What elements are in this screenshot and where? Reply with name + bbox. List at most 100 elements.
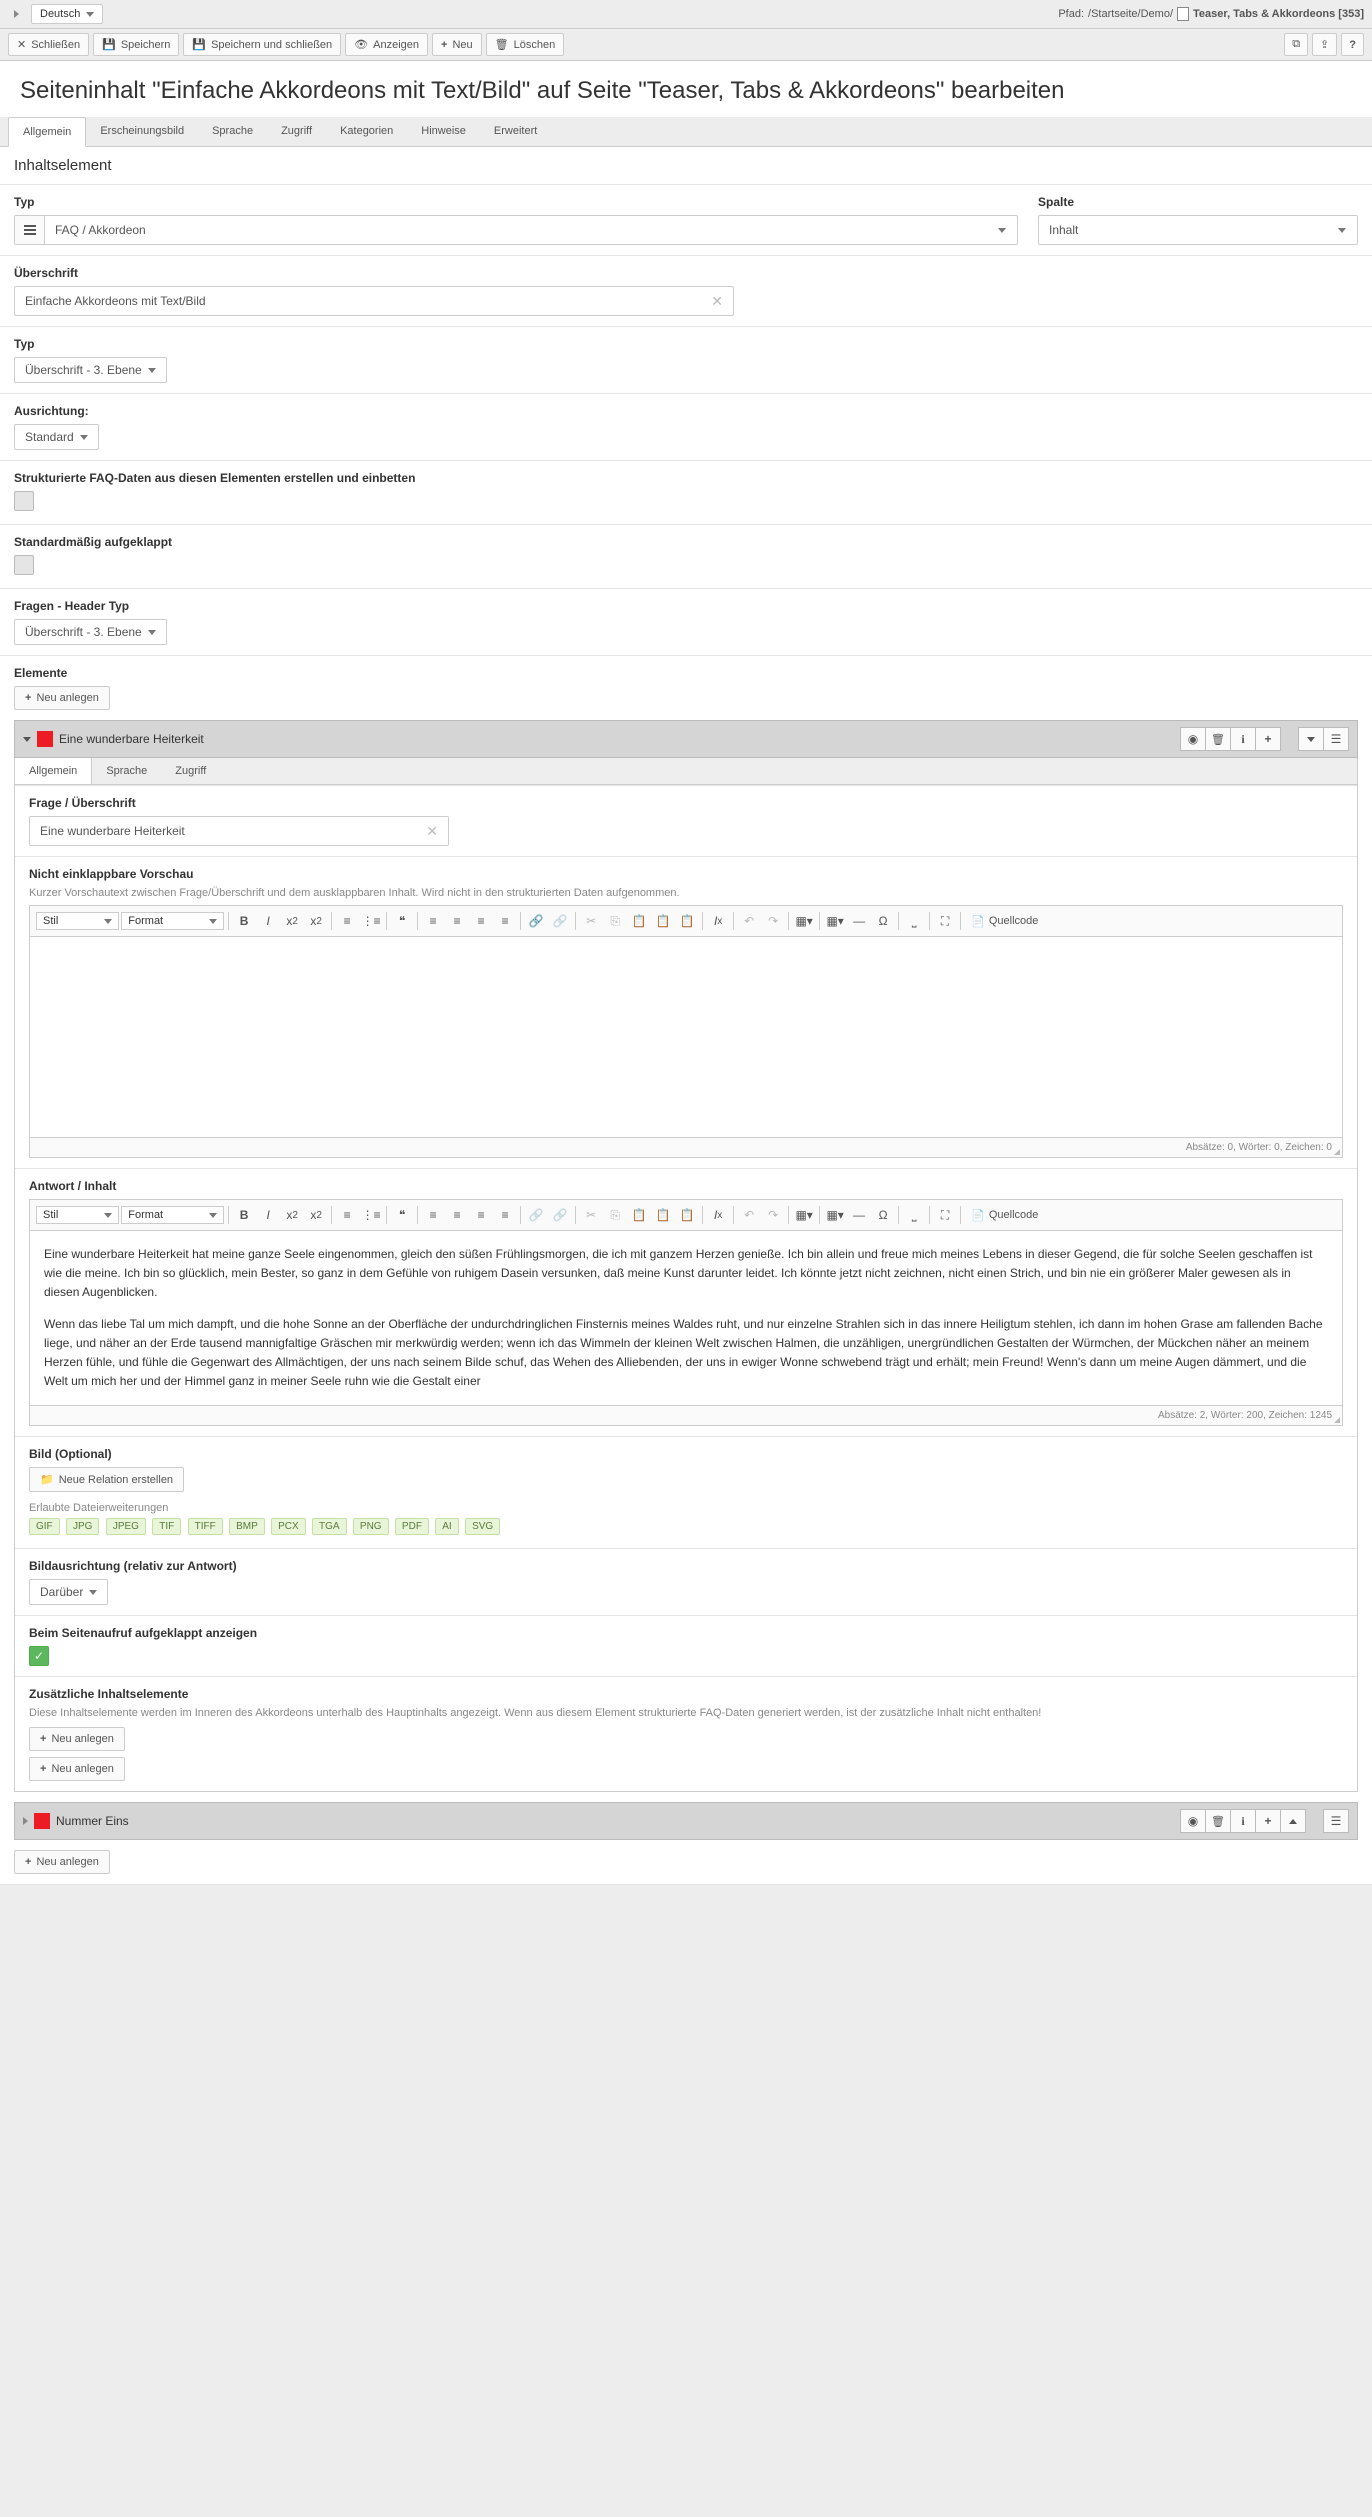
drag-handle[interactable]	[1323, 1809, 1349, 1833]
rte-ordered-list[interactable]: ≡	[336, 910, 358, 932]
tab-sprache[interactable]: Sprache	[198, 117, 267, 146]
info-button[interactable]	[1230, 1809, 1256, 1833]
rte-align-left[interactable]: ≡	[422, 1204, 444, 1226]
rte-source-button[interactable]: 📄Quellcode	[965, 1207, 1044, 1224]
rte-insert-block[interactable]: ▦▾	[793, 1204, 815, 1226]
delete-record-button[interactable]	[1205, 1809, 1231, 1833]
rte-format-select[interactable]: Format	[121, 1206, 224, 1224]
rte-cut[interactable]: ✂	[580, 1204, 602, 1226]
toggle-visibility-button[interactable]	[1180, 1809, 1206, 1833]
rte-superscript[interactable]: x2	[305, 910, 327, 932]
new-element-button[interactable]: Neu anlegen	[14, 686, 110, 710]
add-record-button[interactable]	[1255, 1809, 1281, 1833]
rte-paste-word[interactable]: 📋	[676, 910, 698, 932]
rte-subscript[interactable]: x2	[281, 910, 303, 932]
rte-align-left[interactable]: ≡	[422, 910, 444, 932]
faq-struct-checkbox[interactable]	[14, 491, 34, 511]
rte-undo[interactable]: ↶	[738, 910, 760, 932]
record-header[interactable]: Nummer Eins	[14, 1802, 1358, 1840]
rte-source-button[interactable]: 📄Quellcode	[965, 913, 1044, 930]
new-additional-button[interactable]: Neu anlegen	[29, 1727, 125, 1751]
tab-zugriff[interactable]: Zugriff	[267, 117, 326, 146]
rte-undo[interactable]: ↶	[738, 1204, 760, 1226]
image-align-select[interactable]: Darüber	[29, 1579, 108, 1605]
rte-redo[interactable]: ↷	[762, 1204, 784, 1226]
rte-paste-word[interactable]: 📋	[676, 1204, 698, 1226]
heading-input[interactable]	[25, 294, 711, 308]
tab-erweitert[interactable]: Erweitert	[480, 117, 551, 146]
new-additional-button[interactable]: Neu anlegen	[29, 1757, 125, 1781]
rte-remove-format[interactable]: Ix	[707, 1204, 729, 1226]
new-element-button[interactable]: Neu anlegen	[14, 1850, 110, 1874]
save-button[interactable]: Speichern	[93, 33, 179, 56]
rte-copy[interactable]: ⎘	[604, 1204, 626, 1226]
share-button[interactable]	[1312, 33, 1337, 56]
rte-remove-format[interactable]: Ix	[707, 910, 729, 932]
new-relation-button[interactable]: Neue Relation erstellen	[29, 1467, 184, 1492]
rte-subscript[interactable]: x2	[281, 1204, 303, 1226]
open-on-load-checkbox[interactable]	[29, 1646, 49, 1666]
rte-format-select[interactable]: Format	[121, 912, 224, 930]
rte-blockquote[interactable]: ❝	[391, 1204, 413, 1226]
rte-unlink[interactable]: 🔗	[549, 1204, 571, 1226]
rte-superscript[interactable]: x2	[305, 1204, 327, 1226]
answer-rte-content[interactable]: Eine wunderbare Heiterkeit hat meine gan…	[30, 1231, 1342, 1405]
save-close-button[interactable]: Speichern und schließen	[183, 33, 341, 56]
rte-maximize[interactable]: ⛶	[934, 910, 956, 932]
rte-paste-text[interactable]: 📋	[652, 910, 674, 932]
rte-unlink[interactable]: 🔗	[549, 910, 571, 932]
rte-table[interactable]: ▦▾	[824, 1204, 846, 1226]
drag-handle[interactable]	[1323, 727, 1349, 751]
clear-icon[interactable]	[711, 293, 723, 310]
rte-softhyphen[interactable]: ⎵	[903, 910, 925, 932]
rte-table[interactable]: ▦▾	[824, 910, 846, 932]
rte-align-center[interactable]: ≡	[446, 1204, 468, 1226]
tab-allgemein[interactable]: Allgemein	[8, 117, 86, 147]
type-select[interactable]: FAQ / Akkordeon	[14, 215, 1018, 245]
rte-ordered-list[interactable]: ≡	[336, 1204, 358, 1226]
rte-unordered-list[interactable]: ⋮≡	[360, 910, 382, 932]
rte-specialchar[interactable]: Ω	[872, 910, 894, 932]
tab-kategorien[interactable]: Kategorien	[326, 117, 407, 146]
tab-erscheinungsbild[interactable]: Erscheinungsbild	[86, 117, 198, 146]
help-button[interactable]	[1341, 33, 1364, 56]
questions-header-type-select[interactable]: Überschrift - 3. Ebene	[14, 619, 167, 645]
rte-hr[interactable]: —	[848, 910, 870, 932]
rte-specialchar[interactable]: Ω	[872, 1204, 894, 1226]
new-button[interactable]: Neu	[432, 33, 482, 56]
rte-link[interactable]: 🔗	[525, 910, 547, 932]
rte-align-justify[interactable]: ≡	[494, 910, 516, 932]
rte-align-center[interactable]: ≡	[446, 910, 468, 932]
rte-bold[interactable]: B	[233, 1204, 255, 1226]
language-select[interactable]: Deutsch	[31, 4, 103, 24]
rte-style-select[interactable]: Stil	[36, 912, 119, 930]
rte-unordered-list[interactable]: ⋮≡	[360, 1204, 382, 1226]
rte-italic[interactable]: I	[257, 910, 279, 932]
sub-tab-zugriff[interactable]: Zugriff	[161, 758, 220, 784]
info-button[interactable]	[1230, 727, 1256, 751]
rte-style-select[interactable]: Stil	[36, 1206, 119, 1224]
clear-icon[interactable]	[426, 823, 438, 840]
rte-paste-text[interactable]: 📋	[652, 1204, 674, 1226]
sub-tab-allgemein[interactable]: Allgemein	[15, 758, 92, 784]
rte-bold[interactable]: B	[233, 910, 255, 932]
collapse-handle[interactable]	[8, 7, 25, 21]
column-select[interactable]: Inhalt	[1038, 215, 1358, 245]
add-record-button[interactable]	[1255, 727, 1281, 751]
align-select[interactable]: Standard	[14, 424, 99, 450]
rte-maximize[interactable]: ⛶	[934, 1204, 956, 1226]
rte-hr[interactable]: —	[848, 1204, 870, 1226]
delete-record-button[interactable]	[1205, 727, 1231, 751]
move-up-button[interactable]	[1280, 1809, 1306, 1833]
rte-paste[interactable]: 📋	[628, 1204, 650, 1226]
rte-redo[interactable]: ↷	[762, 910, 784, 932]
rte-softhyphen[interactable]: ⎵	[903, 1204, 925, 1226]
rte-link[interactable]: 🔗	[525, 1204, 547, 1226]
preview-rte-content[interactable]	[30, 937, 1342, 1137]
default-open-checkbox[interactable]	[14, 555, 34, 575]
question-input[interactable]	[40, 824, 426, 838]
rte-align-right[interactable]: ≡	[470, 910, 492, 932]
rte-paste[interactable]: 📋	[628, 910, 650, 932]
heading-type-select[interactable]: Überschrift - 3. Ebene	[14, 357, 167, 383]
sub-tab-sprache[interactable]: Sprache	[92, 758, 161, 784]
